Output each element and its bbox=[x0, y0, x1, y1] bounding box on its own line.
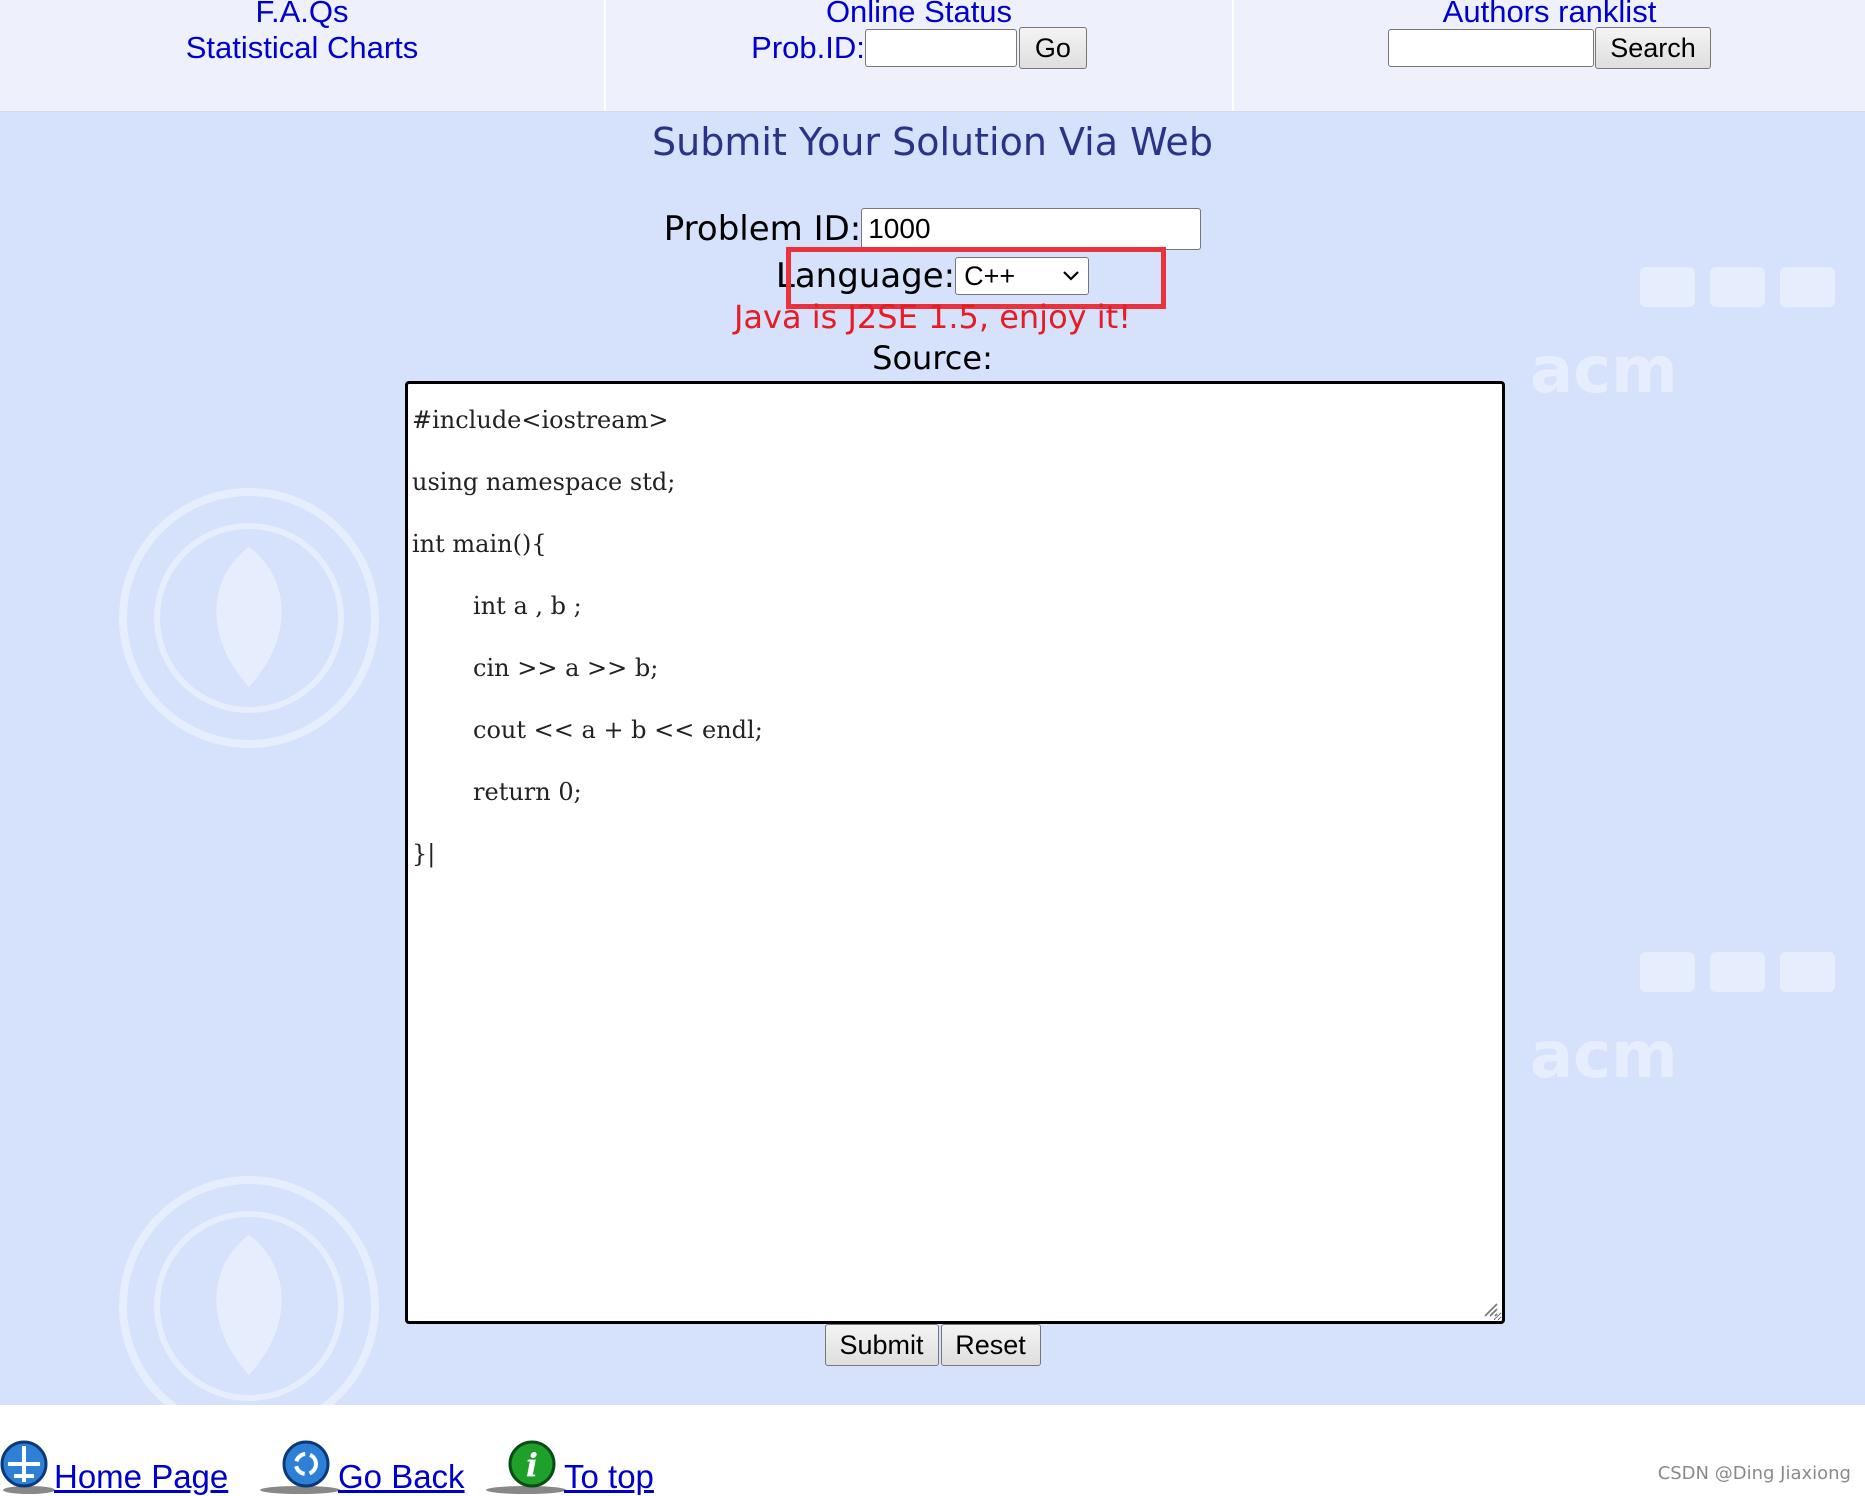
prob-id-form: Prob.ID: Go bbox=[606, 27, 1232, 69]
source-label: Source: bbox=[872, 339, 993, 377]
problem-id-input[interactable] bbox=[861, 208, 1202, 250]
problem-id-label: Problem ID: bbox=[663, 209, 862, 249]
notice-row: Java is J2SE 1.5, enjoy it! bbox=[0, 298, 1865, 336]
page-title: Submit Your Solution Via Web bbox=[652, 120, 1213, 164]
info-icon: i bbox=[486, 1440, 566, 1494]
top-navigation: F.A.Qs Statistical Charts Online Status … bbox=[0, 0, 1865, 112]
language-selected-value: C++ bbox=[964, 260, 1016, 291]
search-button[interactable]: Search bbox=[1595, 27, 1711, 69]
statistical-charts-link[interactable]: Statistical Charts bbox=[0, 30, 604, 66]
prob-id-label: Prob.ID: bbox=[751, 30, 865, 65]
language-row: Language: C++ bbox=[0, 256, 1865, 296]
footer: Home Page Go Back i To top CSDN @Ding Ji… bbox=[0, 1405, 1865, 1495]
author-search-form: Search bbox=[1234, 27, 1865, 69]
submit-button[interactable]: Submit bbox=[824, 1324, 939, 1366]
go-button[interactable]: Go bbox=[1018, 27, 1087, 69]
author-search-input[interactable] bbox=[1388, 29, 1594, 67]
home-page-label: Home Page bbox=[54, 1458, 229, 1495]
go-back-link[interactable]: Go Back bbox=[258, 1438, 465, 1496]
faqs-link[interactable]: F.A.Qs bbox=[0, 0, 604, 30]
nav-column-authors: Authors ranklist Search bbox=[1234, 0, 1865, 111]
to-top-link[interactable]: i To top bbox=[484, 1438, 654, 1496]
authors-ranklist-link[interactable]: Authors ranklist bbox=[1234, 0, 1865, 30]
airplane-icon bbox=[0, 1440, 55, 1494]
acm-logo-watermark-2: acm bbox=[1530, 952, 1835, 1093]
nav-column-status: Online Status Prob.ID: Go bbox=[606, 0, 1234, 111]
submit-form-area: acm acm Submit Your Solution Via Web Pro… bbox=[0, 112, 1865, 1405]
svg-text:i: i bbox=[526, 1446, 538, 1484]
reset-button[interactable]: Reset bbox=[940, 1324, 1041, 1366]
form-buttons: Submit Reset bbox=[0, 1324, 1865, 1366]
watermark-credit: CSDN @Ding Jiaxiong bbox=[1657, 1463, 1851, 1484]
go-back-label: Go Back bbox=[338, 1458, 465, 1495]
source-label-row: Source: bbox=[0, 339, 1865, 377]
svg-text:acm: acm bbox=[1530, 1019, 1678, 1093]
nav-column-help: F.A.Qs Statistical Charts bbox=[0, 0, 606, 111]
language-select[interactable]: C++ bbox=[955, 257, 1090, 295]
chevron-down-icon bbox=[1063, 271, 1079, 281]
to-top-label: To top bbox=[564, 1458, 654, 1495]
prob-id-input[interactable] bbox=[864, 29, 1017, 67]
source-code-textarea[interactable]: #include<iostream> using namespace std; … bbox=[405, 381, 1505, 1324]
home-page-link[interactable]: Home Page bbox=[0, 1438, 228, 1496]
problem-id-row: Problem ID: bbox=[0, 208, 1865, 250]
university-seal-watermark bbox=[119, 488, 379, 748]
language-label: Language: bbox=[775, 256, 956, 296]
online-status-link[interactable]: Online Status bbox=[606, 0, 1232, 30]
recycle-icon bbox=[260, 1440, 340, 1494]
resize-grip-icon[interactable] bbox=[1482, 1301, 1498, 1317]
university-seal-watermark-2 bbox=[119, 1176, 379, 1405]
java-notice: Java is J2SE 1.5, enjoy it! bbox=[733, 298, 1132, 336]
